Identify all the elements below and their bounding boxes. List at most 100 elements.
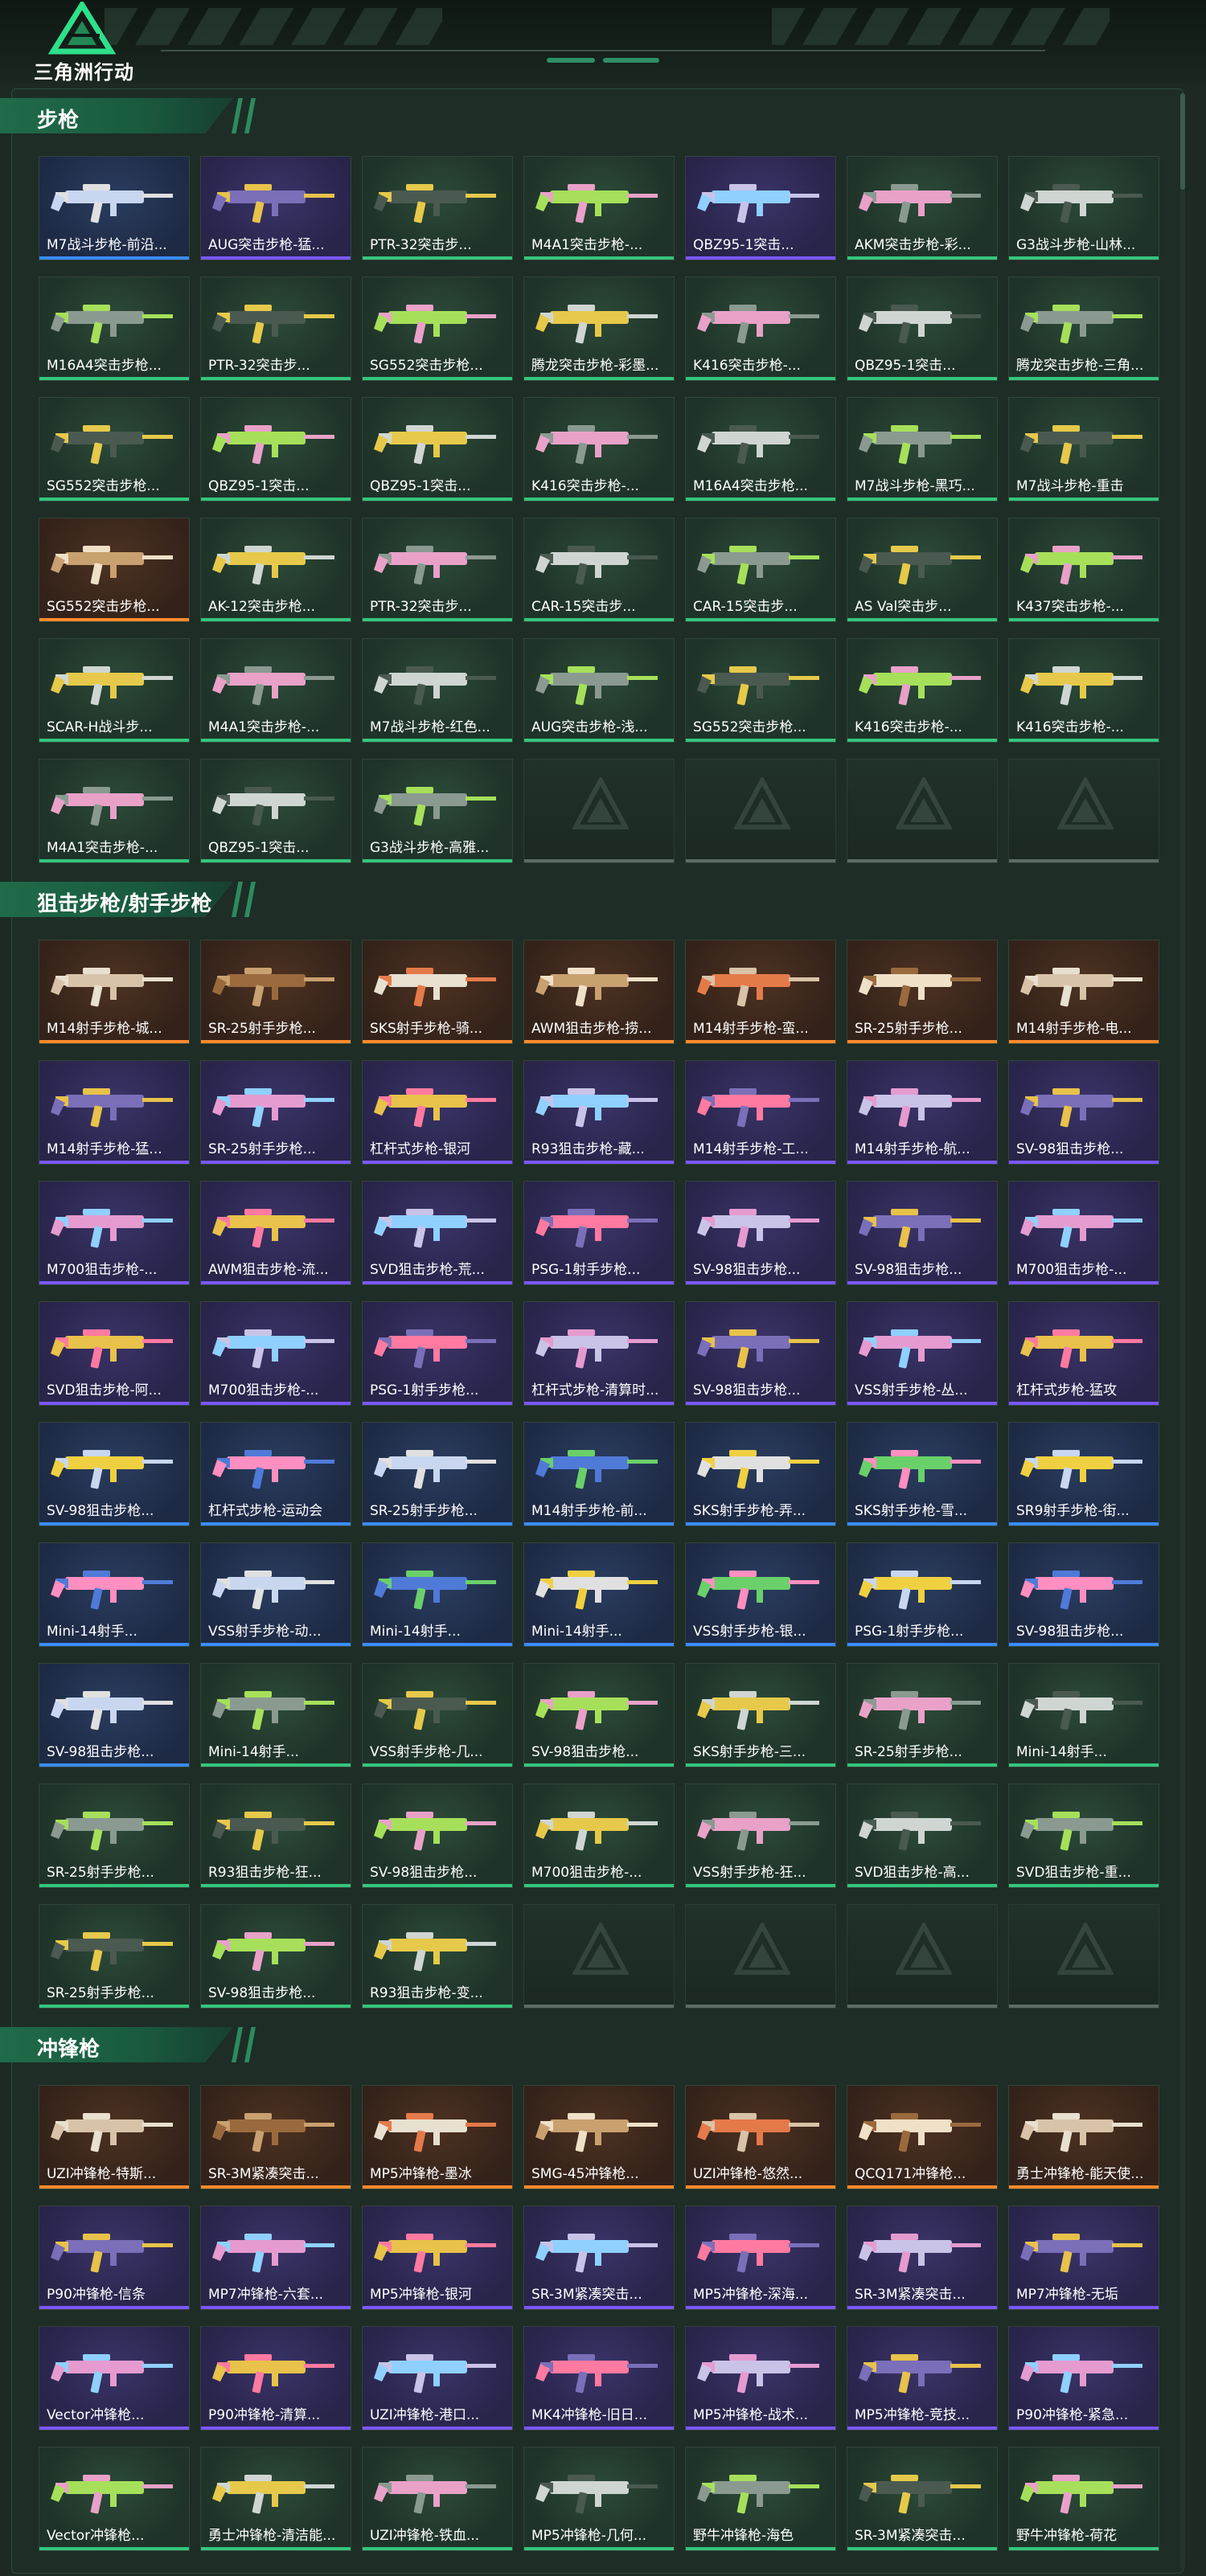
weapon-skin-card[interactable]: R93狙击步枪-变...	[362, 1904, 513, 2009]
weapon-skin-card[interactable]: SR-25射手步枪...	[200, 1060, 351, 1165]
weapon-skin-card[interactable]: PSG-1射手步枪...	[362, 1301, 513, 1406]
weapon-skin-card[interactable]: SG552突击步枪...	[39, 518, 190, 622]
weapon-skin-card[interactable]: UZI冲锋枪-悠然...	[685, 2085, 836, 2189]
weapon-skin-card[interactable]: SR-25射手步枪...	[200, 940, 351, 1044]
weapon-skin-card[interactable]: SR-25射手步枪...	[39, 1784, 190, 1888]
weapon-skin-card[interactable]: SKS射手步枪-雪...	[847, 1422, 998, 1526]
weapon-skin-card[interactable]: Mini-14射手...	[200, 1663, 351, 1767]
weapon-skin-card[interactable]: AWM狙击步枪-捞...	[523, 940, 675, 1044]
weapon-skin-card[interactable]: 勇士冲锋枪-清洁能...	[200, 2447, 351, 2551]
weapon-skin-card[interactable]: AK-12突击步枪...	[200, 518, 351, 622]
weapon-skin-card[interactable]: M4A1突击步枪-...	[200, 638, 351, 743]
weapon-skin-card[interactable]: SG552突击步枪...	[39, 397, 190, 502]
scrollbar[interactable]	[1180, 93, 1185, 2569]
weapon-skin-card[interactable]: Mini-14射手...	[39, 1542, 190, 1647]
weapon-skin-card[interactable]: MP7冲锋枪-无垢	[1008, 2205, 1159, 2310]
weapon-skin-card[interactable]: VSS射手步枪-狂...	[685, 1784, 836, 1888]
weapon-skin-card[interactable]: P90冲锋枪-清算...	[200, 2326, 351, 2431]
weapon-skin-card[interactable]: M700狙击步枪-...	[39, 1181, 190, 1285]
weapon-skin-card[interactable]: MP5冲锋枪-竞技...	[847, 2326, 998, 2431]
weapon-skin-card[interactable]: M700狙击步枪-...	[1008, 1181, 1159, 1285]
weapon-skin-card[interactable]: 野牛冲锋枪-荷花	[1008, 2447, 1159, 2551]
weapon-skin-card[interactable]: QBZ95-1突击...	[200, 397, 351, 502]
weapon-skin-card[interactable]: M16A4突击步枪...	[39, 276, 190, 381]
weapon-skin-card[interactable]: K416突击步枪-...	[685, 276, 836, 381]
weapon-skin-card[interactable]: VSS射手步枪-动...	[200, 1542, 351, 1647]
weapon-skin-card[interactable]: M14射手步枪-前...	[523, 1422, 675, 1526]
weapon-skin-card[interactable]: 勇士冲锋枪-能天使...	[1008, 2085, 1159, 2189]
weapon-skin-card[interactable]: SR-3M紧凑突击...	[200, 2085, 351, 2189]
weapon-skin-card[interactable]: PTR-32突击步...	[362, 156, 513, 260]
weapon-skin-card[interactable]: Vector冲锋枪...	[39, 2326, 190, 2431]
weapon-skin-card[interactable]: AUG突击步枪-浅...	[523, 638, 675, 743]
weapon-skin-card[interactable]: P90冲锋枪-紧急...	[1008, 2326, 1159, 2431]
weapon-skin-card[interactable]: R93狙击步枪-藏...	[523, 1060, 675, 1165]
weapon-skin-card[interactable]: MP5冲锋枪-深海...	[685, 2205, 836, 2310]
weapon-skin-card[interactable]: SKS射手步枪-三...	[685, 1663, 836, 1767]
weapon-skin-card[interactable]: AS Val突击步...	[847, 518, 998, 622]
weapon-skin-card[interactable]: VSS射手步枪-丛...	[847, 1301, 998, 1406]
weapon-skin-card[interactable]: MP5冲锋枪-银河	[362, 2205, 513, 2310]
weapon-skin-card[interactable]: QBZ95-1突击...	[685, 156, 836, 260]
weapon-skin-card[interactable]: Mini-14射手...	[1008, 1663, 1159, 1767]
weapon-skin-card[interactable]: PTR-32突击步...	[200, 276, 351, 381]
weapon-skin-card[interactable]: M7战斗步枪-重击	[1008, 397, 1159, 502]
weapon-skin-card[interactable]: SG552突击步枪...	[362, 276, 513, 381]
weapon-skin-card[interactable]: 杠杆式步枪-猛攻	[1008, 1301, 1159, 1406]
weapon-skin-card[interactable]: UZI冲锋枪-铁血...	[362, 2447, 513, 2551]
weapon-skin-card[interactable]: VSS射手步枪-几...	[362, 1663, 513, 1767]
weapon-skin-card[interactable]: 野牛冲锋枪-海色	[685, 2447, 836, 2551]
weapon-skin-card[interactable]: SV-98狙击步枪...	[685, 1181, 836, 1285]
weapon-skin-card[interactable]: SR-3M紧凑突击...	[523, 2205, 675, 2310]
weapon-skin-card[interactable]: CAR-15突击步...	[685, 518, 836, 622]
weapon-skin-card[interactable]: M14射手步枪-工...	[685, 1060, 836, 1165]
weapon-skin-card[interactable]: 杠杆式步枪-银河	[362, 1060, 513, 1165]
weapon-skin-card[interactable]: M14射手步枪-航...	[847, 1060, 998, 1165]
weapon-skin-card[interactable]: SV-98狙击步枪...	[200, 1904, 351, 2009]
weapon-skin-card[interactable]: G3战斗步枪-高雅...	[362, 759, 513, 863]
weapon-skin-card[interactable]: SKS射手步枪-骑...	[362, 940, 513, 1044]
weapon-skin-card[interactable]: MP7冲锋枪-六套...	[200, 2205, 351, 2310]
weapon-skin-card[interactable]: Vector冲锋枪...	[39, 2447, 190, 2551]
weapon-skin-card[interactable]: SV-98狙击步枪...	[39, 1422, 190, 1526]
weapon-skin-card[interactable]: UZI冲锋枪-港口...	[362, 2326, 513, 2431]
weapon-skin-card[interactable]: M7战斗步枪-红色...	[362, 638, 513, 743]
scrollbar-thumb[interactable]	[1180, 93, 1185, 190]
weapon-skin-card[interactable]: Mini-14射手...	[523, 1542, 675, 1647]
weapon-skin-card[interactable]: 腾龙突击步枪-彩墨...	[523, 276, 675, 381]
weapon-skin-card[interactable]: MK4冲锋枪-旧日...	[523, 2326, 675, 2431]
weapon-skin-card[interactable]: SR-3M紧凑突击...	[847, 2205, 998, 2310]
weapon-skin-card[interactable]: K416突击步枪-...	[1008, 638, 1159, 743]
weapon-skin-card[interactable]: SR-3M紧凑突击...	[847, 2447, 998, 2551]
weapon-skin-card[interactable]: CAR-15突击步...	[523, 518, 675, 622]
weapon-skin-card[interactable]: SMG-45冲锋枪...	[523, 2085, 675, 2189]
weapon-skin-card[interactable]: M7战斗步枪-前沿...	[39, 156, 190, 260]
weapon-skin-card[interactable]: SCAR-H战斗步...	[39, 638, 190, 743]
weapon-skin-card[interactable]: SVD狙击步枪-阿...	[39, 1301, 190, 1406]
weapon-skin-card[interactable]: M7战斗步枪-黑巧...	[847, 397, 998, 502]
weapon-skin-card[interactable]: SG552突击步枪...	[685, 638, 836, 743]
weapon-skin-card[interactable]: QBZ95-1突击...	[847, 276, 998, 381]
weapon-skin-card[interactable]: MP5冲锋枪-几何...	[523, 2447, 675, 2551]
weapon-skin-card[interactable]: M700狙击步枪-...	[523, 1784, 675, 1888]
weapon-skin-card[interactable]: M700狙击步枪-...	[200, 1301, 351, 1406]
weapon-skin-card[interactable]: QBZ95-1突击...	[200, 759, 351, 863]
weapon-skin-card[interactable]: M14射手步枪-蛮...	[685, 940, 836, 1044]
weapon-skin-card[interactable]: SV-98狙击步枪...	[362, 1784, 513, 1888]
weapon-skin-card[interactable]: M4A1突击步枪-...	[523, 156, 675, 260]
weapon-skin-card[interactable]: UZI冲锋枪-特斯...	[39, 2085, 190, 2189]
weapon-skin-card[interactable]: M14射手步枪-城...	[39, 940, 190, 1044]
weapon-skin-card[interactable]: M4A1突击步枪-...	[39, 759, 190, 863]
weapon-skin-card[interactable]: SVD狙击步枪-高...	[847, 1784, 998, 1888]
weapon-skin-card[interactable]: SR-25射手步枪...	[847, 940, 998, 1044]
weapon-skin-card[interactable]: 腾龙突击步枪-三角...	[1008, 276, 1159, 381]
weapon-skin-card[interactable]: K437突击步枪-...	[1008, 518, 1159, 622]
weapon-skin-card[interactable]: AWM狙击步枪-流...	[200, 1181, 351, 1285]
weapon-skin-card[interactable]: QBZ95-1突击...	[362, 397, 513, 502]
weapon-skin-card[interactable]: M14射手步枪-猛...	[39, 1060, 190, 1165]
weapon-skin-card[interactable]: SV-98狙击步枪...	[685, 1301, 836, 1406]
weapon-skin-card[interactable]: 杠杆式步枪-运动会	[200, 1422, 351, 1526]
weapon-skin-card[interactable]: MP5冲锋枪-墨冰	[362, 2085, 513, 2189]
weapon-skin-card[interactable]: SR-25射手步枪...	[362, 1422, 513, 1526]
weapon-skin-card[interactable]: M14射手步枪-电...	[1008, 940, 1159, 1044]
